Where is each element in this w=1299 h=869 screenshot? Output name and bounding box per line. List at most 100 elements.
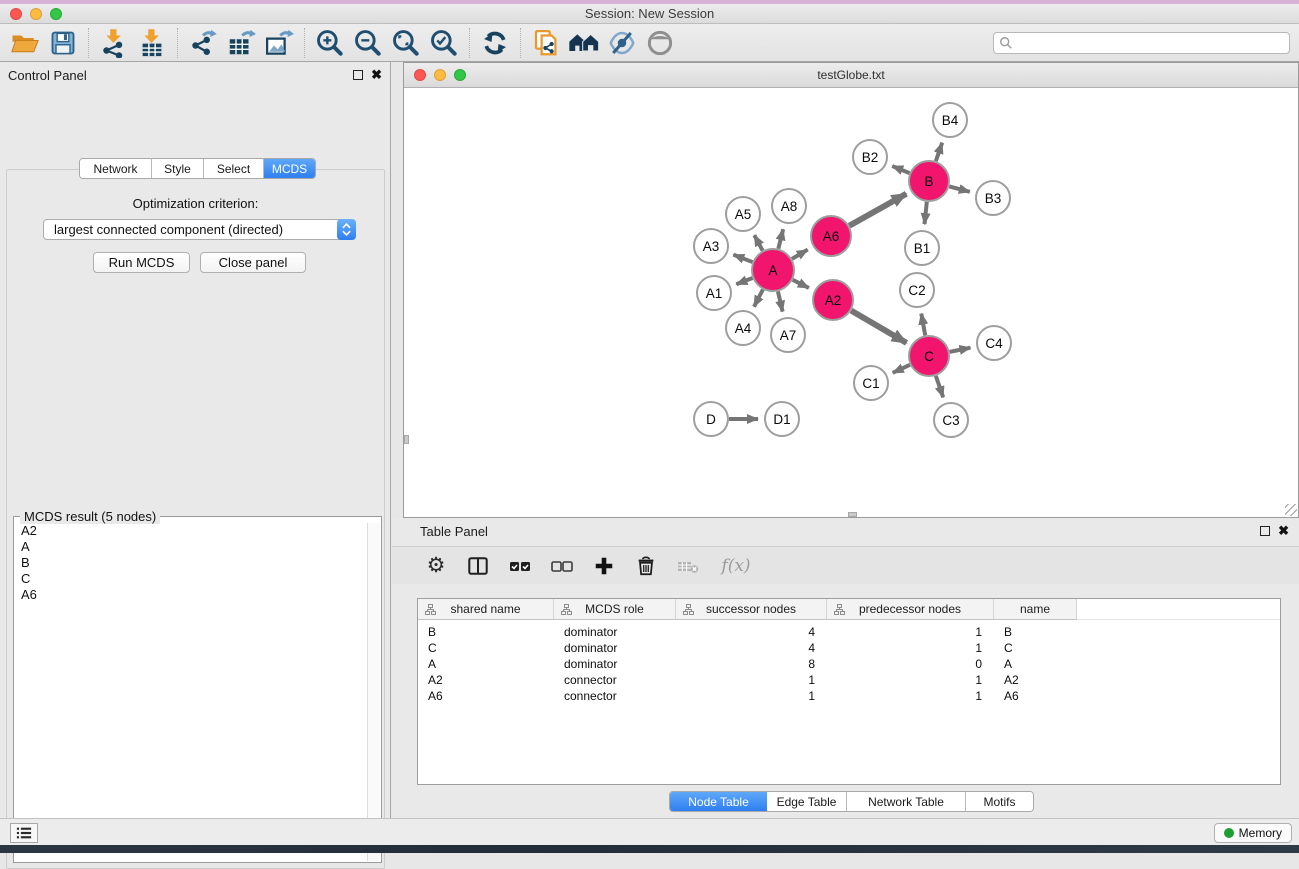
graph-node-C4[interactable]: C4 (977, 326, 1011, 360)
mcds-result-item[interactable]: B (15, 555, 367, 571)
zoom-in-button[interactable] (311, 27, 349, 59)
save-session-button[interactable] (44, 27, 82, 59)
mcds-result-item[interactable]: A (15, 539, 367, 555)
memory-button[interactable]: Memory (1214, 823, 1292, 843)
graph-node-A4[interactable]: A4 (726, 311, 760, 345)
tab-network-table[interactable]: Network Table (847, 792, 966, 811)
graph-node-A3[interactable]: A3 (694, 229, 728, 263)
close-panel-button[interactable]: Close panel (200, 252, 306, 273)
task-history-button[interactable] (10, 823, 38, 843)
show-hide-style-button[interactable] (603, 27, 641, 59)
table-row[interactable]: Adominator80A (418, 656, 1280, 672)
table-float-panel-icon[interactable] (1260, 526, 1270, 536)
clone-network-button[interactable] (527, 27, 565, 59)
export-table-button[interactable] (222, 27, 260, 59)
export-image-button[interactable] (260, 27, 298, 59)
graph-edge-A-A3[interactable] (733, 255, 752, 262)
table-row[interactable]: Bdominator41B (418, 624, 1280, 640)
graph-edge-C-C3[interactable] (936, 376, 943, 397)
show-hide-view-button[interactable] (641, 27, 679, 59)
column-header-predecessor-nodes[interactable]: predecessor nodes (827, 599, 994, 620)
graph-node-A1[interactable]: A1 (697, 276, 731, 310)
graph-edge-C-C1[interactable] (893, 365, 910, 373)
graph-node-C3[interactable]: C3 (934, 403, 968, 437)
graph-edge-A-A7[interactable] (778, 291, 783, 311)
zoom-fit-button[interactable] (387, 27, 425, 59)
graph-node-A6[interactable]: A6 (811, 216, 851, 256)
graph-node-C2[interactable]: C2 (900, 273, 934, 307)
zoom-out-button[interactable] (349, 27, 387, 59)
open-file-button[interactable] (6, 27, 44, 59)
graph-edge-B-B4[interactable] (936, 143, 942, 161)
mcds-result-item[interactable]: A6 (15, 587, 367, 603)
graph-node-C[interactable]: C (909, 336, 949, 376)
column-header-successor-nodes[interactable]: successor nodes (676, 599, 827, 620)
import-table-button[interactable] (133, 27, 171, 59)
zoom-selected-button[interactable] (425, 27, 463, 59)
graph-edge-A-A1[interactable] (736, 278, 752, 284)
tab-style[interactable]: Style (152, 159, 204, 178)
column-header-MCDS-role[interactable]: MCDS role (554, 599, 676, 620)
select-all-button[interactable] (506, 552, 534, 580)
graph-node-B1[interactable]: B1 (905, 231, 939, 265)
column-header-shared-name[interactable]: shared name (418, 599, 554, 620)
refresh-button[interactable] (476, 27, 514, 59)
graph-node-A5[interactable]: A5 (726, 197, 760, 231)
tab-mcds[interactable]: MCDS (264, 159, 315, 178)
tab-network[interactable]: Network (80, 159, 152, 178)
criterion-dropdown[interactable]: largest connected component (directed) (43, 219, 356, 240)
graph-edge-C-C4[interactable] (950, 348, 971, 352)
add-column-button[interactable] (590, 552, 618, 580)
network-canvas[interactable]: AA2A6BCA1A3A4A5A7A8B1B2B3B4C1C2C3C4DD1 (404, 88, 1298, 517)
unselect-all-button[interactable] (548, 552, 576, 580)
graph-edge-A2-C[interactable] (851, 311, 906, 343)
delete-column-button[interactable] (632, 552, 660, 580)
table-row[interactable]: Cdominator41C (418, 640, 1280, 656)
graph-edge-A6-B[interactable] (849, 194, 906, 226)
graph-edge-B-B1[interactable] (924, 202, 926, 224)
window-resize-grip[interactable] (1285, 504, 1297, 516)
canvas-scroll-mark-left[interactable] (404, 435, 409, 444)
graph-node-B3[interactable]: B3 (976, 181, 1010, 215)
graph-node-A8[interactable]: A8 (772, 189, 806, 223)
tab-node-table[interactable]: Node Table (670, 792, 767, 811)
run-mcds-button[interactable]: Run MCDS (93, 252, 190, 273)
mcds-list-scrollbar[interactable] (367, 523, 380, 861)
column-layout-button[interactable] (464, 552, 492, 580)
table-options-button[interactable]: ⚙ (422, 552, 450, 580)
graph-node-C1[interactable]: C1 (854, 366, 888, 400)
graph-edge-B-B2[interactable] (892, 166, 909, 173)
graph-edge-A-A6[interactable] (792, 250, 808, 259)
table-row[interactable]: A2connector11A2 (418, 672, 1280, 688)
tab-select[interactable]: Select (204, 159, 264, 178)
mcds-result-item[interactable]: A2 (15, 523, 367, 539)
close-panel-icon[interactable]: ✖ (371, 70, 382, 80)
graph-node-A7[interactable]: A7 (771, 318, 805, 352)
graph-node-B4[interactable]: B4 (933, 103, 967, 137)
column-header-name[interactable]: name (994, 599, 1077, 620)
network-window-titlebar[interactable]: testGlobe.txt (404, 63, 1298, 88)
graph-node-B[interactable]: B (909, 161, 949, 201)
table-close-panel-icon[interactable]: ✖ (1278, 526, 1289, 536)
mcds-result-item[interactable]: C (15, 571, 367, 587)
canvas-scroll-mark-bottom[interactable] (848, 512, 857, 517)
function-builder-button[interactable]: f(x) (716, 552, 756, 580)
network-overview-button[interactable] (565, 27, 603, 59)
export-network-button[interactable] (184, 27, 222, 59)
graph-node-A2[interactable]: A2 (813, 280, 853, 320)
tab-edge-table[interactable]: Edge Table (767, 792, 847, 811)
graph-node-D[interactable]: D (694, 402, 728, 436)
tab-motifs[interactable]: Motifs (966, 792, 1033, 811)
delete-table-button[interactable] (674, 552, 702, 580)
graph-node-A[interactable]: A (752, 249, 794, 291)
graph-node-B2[interactable]: B2 (853, 140, 887, 174)
graph-edge-C-C2[interactable] (921, 314, 925, 336)
table-row[interactable]: A6connector11A6 (418, 688, 1280, 704)
graph-edge-A-A4[interactable] (754, 290, 763, 307)
graph-edge-B-B3[interactable] (949, 186, 970, 191)
search-input[interactable] (1013, 36, 1289, 50)
search-field[interactable] (993, 32, 1290, 54)
graph-edge-A-A8[interactable] (778, 229, 783, 248)
graph-edge-A-A5[interactable] (754, 235, 762, 250)
import-network-button[interactable] (95, 27, 133, 59)
